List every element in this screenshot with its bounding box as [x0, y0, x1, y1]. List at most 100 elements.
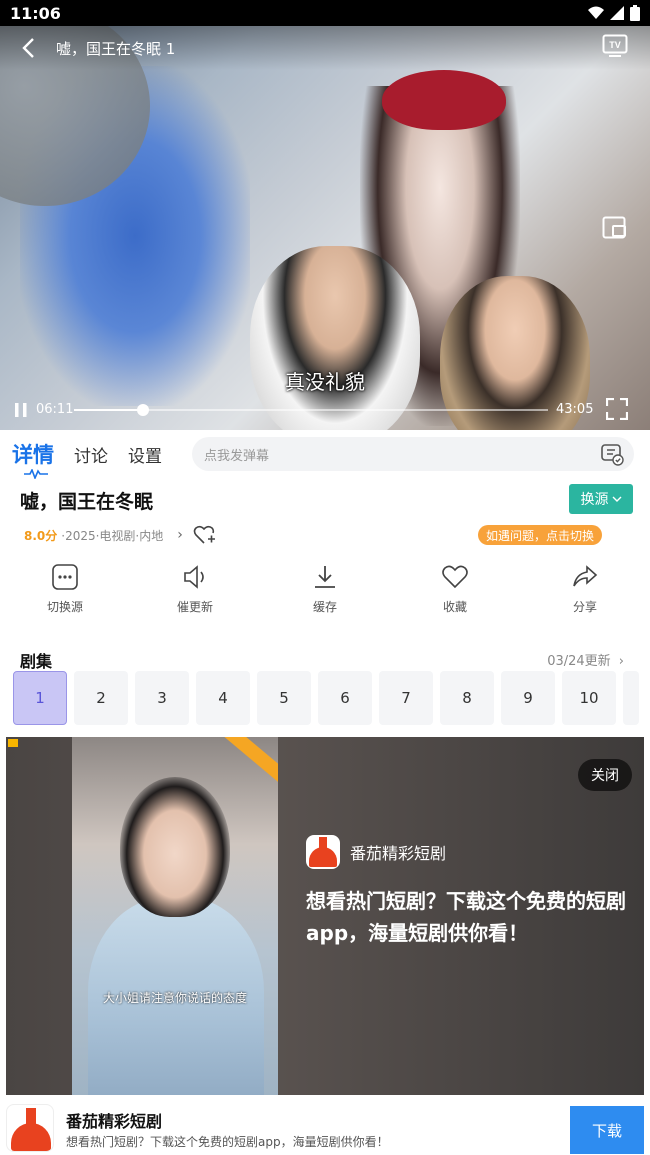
tv-icon: TV	[602, 34, 628, 57]
detail-tab-bar: 详情 讨论 设置 点我发弹幕	[0, 430, 650, 479]
more-icon	[52, 564, 78, 590]
active-tab-indicator-icon	[24, 469, 48, 479]
current-time: 06:11	[36, 402, 74, 417]
action-share[interactable]: 分享	[520, 562, 650, 622]
episodes-title: 剧集	[20, 652, 53, 671]
back-button[interactable]	[14, 34, 42, 62]
ad-poster-caption: 大小姐请注意你说话的态度	[102, 991, 247, 1005]
banner-app-name: 番茄精彩短剧	[66, 1112, 163, 1131]
heart-icon	[442, 565, 468, 589]
episode-item[interactable]: 2	[74, 671, 128, 725]
video-frame-beret	[382, 70, 506, 130]
chevron-down-icon	[612, 496, 621, 502]
tab-settings-label: 设置	[128, 446, 162, 467]
picture-in-picture-button[interactable]	[602, 216, 628, 244]
episode-item-partial[interactable]	[623, 671, 639, 725]
episode-item[interactable]: 7	[379, 671, 433, 725]
cast-tv-button[interactable]: TV	[602, 34, 628, 62]
fullscreen-button[interactable]	[605, 397, 629, 424]
video-player[interactable]: 嘘，国王在冬眠 1 TV 真没礼貌 06:11 43:05	[0, 26, 650, 430]
heart-plus-icon[interactable]	[193, 524, 217, 546]
bottom-app-banner[interactable]: 番茄精彩短剧 想看热门短剧？下载这个免费的短剧app，海量短剧供你看！ 下载	[0, 1100, 650, 1155]
player-controls: 06:11 43:05	[0, 390, 650, 430]
share-icon	[573, 565, 598, 587]
action-label: 分享	[572, 600, 597, 614]
pip-icon	[602, 216, 626, 239]
tab-discussion[interactable]: 讨论	[74, 442, 108, 467]
show-meta[interactable]: 8.0分 ·2025·电视剧·内地 ›	[24, 524, 217, 546]
total-time: 43:05	[556, 402, 594, 417]
progress-fill	[74, 409, 143, 411]
ad-brand-name: 番茄精彩短剧	[350, 844, 447, 863]
tab-details[interactable]: 详情	[12, 439, 54, 479]
download-button[interactable]: 下载	[570, 1106, 644, 1154]
app-logo-icon	[306, 835, 340, 869]
action-label: 切换源	[46, 600, 83, 614]
problem-hint-badge[interactable]: 如遇问题，点击切换	[478, 525, 603, 545]
signal-icon	[610, 6, 624, 20]
episode-item[interactable]: 4	[196, 671, 250, 725]
progress-bar[interactable]	[74, 404, 548, 416]
app-logo-icon	[6, 1104, 54, 1152]
speaker-icon	[184, 565, 204, 589]
problem-hint-text: 如遇问题，点击切换	[486, 528, 595, 543]
show-title: 嘘，国王在冬眠	[20, 491, 154, 513]
show-meta-text: ·2025·电视剧·内地	[61, 528, 164, 543]
tab-details-label: 详情	[12, 443, 54, 467]
pause-icon	[15, 403, 27, 417]
ad-marker	[8, 739, 18, 747]
status-icons	[588, 5, 640, 21]
show-score: 8.0分	[24, 528, 58, 543]
episode-item[interactable]: 3	[135, 671, 189, 725]
tab-settings[interactable]: 设置	[128, 442, 162, 467]
chevron-right-icon: ›	[618, 654, 624, 669]
fullscreen-icon	[605, 397, 629, 421]
player-top-bar: 嘘，国王在冬眠 1	[0, 26, 650, 70]
ad-close-button[interactable]: 关闭	[578, 759, 632, 791]
episode-item[interactable]: 1	[13, 671, 67, 725]
episode-item[interactable]: 5	[257, 671, 311, 725]
ad-poster-image: 大小姐请注意你说话的态度	[72, 737, 278, 1095]
danmu-input[interactable]: 点我发弹幕	[192, 437, 634, 471]
pause-button[interactable]	[14, 402, 28, 422]
banner-app-desc: 想看热门短剧？下载这个免费的短剧app，海量短剧供你看！	[66, 1135, 389, 1149]
chevron-left-icon	[22, 38, 34, 58]
ad-poster-ribbon	[222, 737, 278, 788]
status-time: 11:06	[10, 3, 61, 23]
danmu-toggle-icon[interactable]	[600, 442, 624, 466]
ad-headline: 想看热门短剧？下载这个免费的短剧app，海量短剧供你看！	[306, 889, 626, 945]
episode-item[interactable]: 10	[562, 671, 616, 725]
status-bar: 11:06	[0, 0, 650, 26]
ad-brand: 番茄精彩短剧	[306, 835, 446, 869]
tab-discussion-label: 讨论	[74, 446, 108, 467]
progress-knob[interactable]	[136, 404, 149, 416]
episodes-update[interactable]: 03/24更新 ›	[547, 650, 624, 669]
action-urge-update[interactable]: 催更新	[130, 562, 260, 622]
episode-item[interactable]: 6	[318, 671, 372, 725]
download-label: 下载	[591, 1121, 622, 1140]
download-icon	[315, 566, 335, 588]
action-row: 切换源 催更新 缓存 收藏 分享	[0, 562, 650, 622]
episode-list: 1 2 3 4 5 6 7 8 9 10	[13, 671, 639, 725]
action-favorite[interactable]: 收藏	[390, 562, 520, 622]
ad-banner[interactable]: 大小姐请注意你说话的态度 关闭 番茄精彩短剧 想看热门短剧？下载这个免费的短剧a…	[6, 737, 644, 1095]
action-label: 收藏	[442, 600, 467, 614]
action-label: 催更新	[176, 600, 213, 614]
svg-text:TV: TV	[609, 40, 621, 50]
action-switch-source[interactable]: 切换源	[0, 562, 130, 622]
episode-item[interactable]: 8	[440, 671, 494, 725]
episodes-update-text: 03/24更新	[547, 654, 611, 669]
episodes-header: 剧集 03/24更新 ›	[0, 648, 650, 671]
ad-poster-face	[120, 777, 230, 917]
ad-close-label: 关闭	[591, 768, 619, 784]
chevron-right-icon: ›	[177, 527, 183, 543]
switch-source-label: 换源	[580, 492, 609, 508]
switch-source-button[interactable]: 换源	[569, 484, 633, 514]
player-title: 嘘，国王在冬眠 1	[56, 39, 176, 58]
action-cache[interactable]: 缓存	[260, 562, 390, 622]
danmu-placeholder: 点我发弹幕	[204, 448, 270, 464]
wifi-icon	[588, 6, 604, 19]
action-label: 缓存	[312, 600, 337, 614]
battery-icon	[630, 5, 640, 21]
episode-item[interactable]: 9	[501, 671, 555, 725]
